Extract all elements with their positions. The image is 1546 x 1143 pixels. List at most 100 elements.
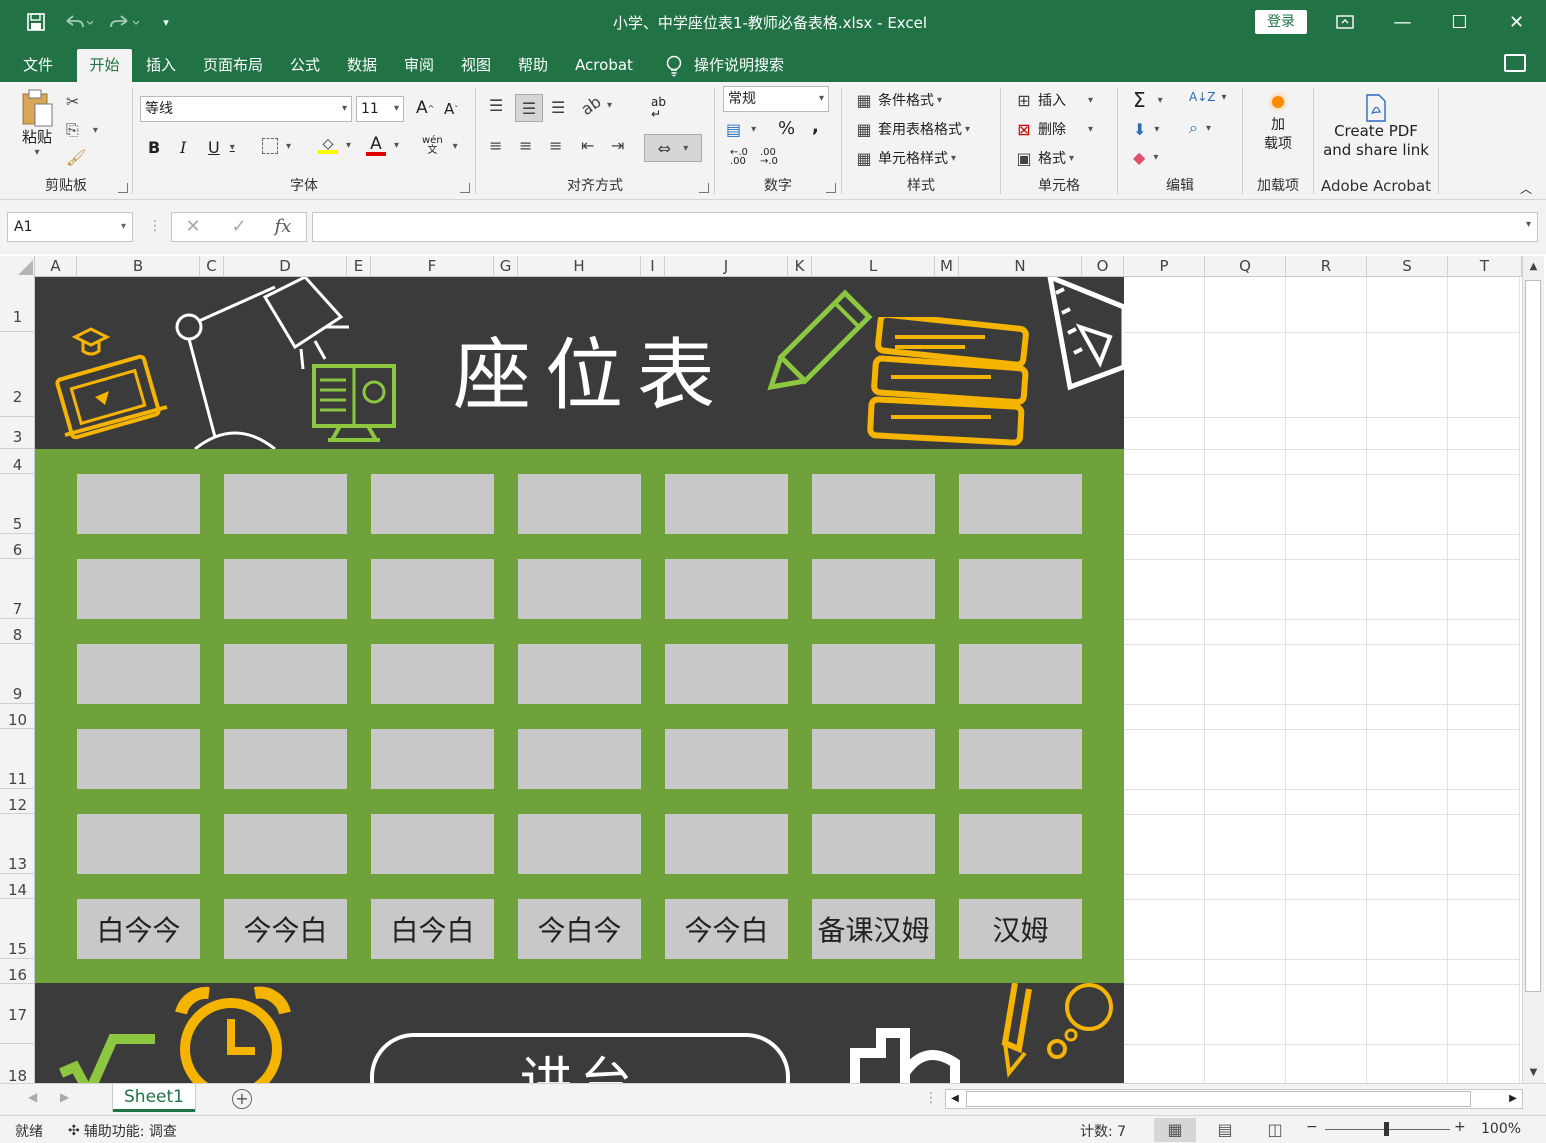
cancel-entry-icon[interactable]: ✕ [178,216,208,238]
row-header[interactable]: 15 [0,899,35,959]
seat-cell[interactable] [665,474,788,534]
sheet-prev-icon[interactable]: ◀ [28,1090,37,1104]
col-header[interactable]: R [1286,256,1367,277]
col-header[interactable]: I [641,256,665,277]
tab-split-grip-icon[interactable]: ⋮ [924,1090,938,1106]
clear-button[interactable]: ◆ ▾ [1133,148,1158,167]
tell-me-search[interactable]: 操作说明搜索 [664,49,784,82]
col-header[interactable]: B [77,256,200,277]
col-header[interactable]: E [347,256,371,277]
col-header[interactable]: K [788,256,812,277]
seat-cell[interactable] [812,644,935,704]
page-layout-view-icon[interactable]: ▤ [1204,1118,1246,1142]
seat-cell[interactable] [224,474,347,534]
tab-home[interactable]: 开始 [77,49,132,82]
scroll-down-icon[interactable]: ▼ [1523,1064,1544,1082]
italic-button[interactable]: I [180,138,186,157]
wrap-text-icon[interactable]: ab ↵ [651,96,666,120]
seat-cell[interactable]: 汉姆 [959,899,1082,959]
tab-view[interactable]: 视图 [451,49,501,82]
add-sheet-icon[interactable]: + [232,1089,252,1109]
zoom-slider-thumb[interactable] [1384,1122,1389,1136]
number-format-combo[interactable]: 常规 ▾ [723,86,829,112]
row-header[interactable]: 12 [0,789,35,814]
maximize-icon[interactable]: ☐ [1431,0,1488,44]
cut-icon[interactable]: ✂ [66,92,79,111]
scroll-left-icon[interactable]: ◀ [946,1090,964,1108]
font-color-button[interactable]: A ▾ [366,134,399,156]
seat-cell[interactable] [371,729,494,789]
horizontal-scrollbar[interactable]: ◀ ▶ [945,1089,1523,1109]
find-select-button[interactable]: ⌕ ▾ [1189,118,1211,138]
seat-cell[interactable] [812,729,935,789]
bold-button[interactable]: B [148,138,160,157]
align-middle-icon[interactable]: ☰ [515,94,543,122]
decrease-indent-icon[interactable]: ⇤ [581,136,594,155]
tab-page-layout[interactable]: 页面布局 [195,49,271,82]
font-size-combo[interactable]: 11 ▾ [356,96,404,122]
row-header[interactable]: 14 [0,874,35,899]
seat-cell[interactable] [77,729,200,789]
seat-cell[interactable] [959,814,1082,874]
tab-formulas[interactable]: 公式 [280,49,330,82]
format-cells-button[interactable]: ▣ 格式 ▾ [1014,148,1074,168]
row-header[interactable]: 16 [0,959,35,984]
seat-cell[interactable] [77,559,200,619]
col-header[interactable]: N [959,256,1082,277]
col-header[interactable]: S [1367,256,1448,277]
row-header[interactable]: 10 [0,704,35,729]
seat-cell[interactable] [959,559,1082,619]
seat-cell[interactable]: 白今白 [371,899,494,959]
col-header[interactable]: T [1448,256,1522,277]
seat-cell[interactable] [518,814,641,874]
sheet-tab-sheet1[interactable]: Sheet1 [113,1084,195,1112]
select-all-corner[interactable] [0,256,35,277]
tab-help[interactable]: 帮助 [508,49,558,82]
col-header[interactable]: M [935,256,959,277]
underline-button[interactable]: U ▾ [208,138,235,157]
confirm-entry-icon[interactable]: ✓ [224,216,254,238]
shrink-font-button[interactable]: Aˇ [444,100,458,118]
seat-cell[interactable] [518,729,641,789]
seat-cell[interactable] [812,814,935,874]
row-header[interactable]: 11 [0,729,35,789]
tab-data[interactable]: 数据 [337,49,387,82]
name-box[interactable]: A1 ▾ [7,212,133,242]
orientation-icon[interactable]: ab ▾ [577,92,612,119]
align-center-icon[interactable]: ≡ [519,136,532,155]
seat-cell[interactable] [224,814,347,874]
scroll-right-icon[interactable]: ▶ [1504,1090,1522,1108]
ribbon-display-icon[interactable] [1316,0,1373,44]
seat-cell[interactable] [518,559,641,619]
copy-icon[interactable]: ⎘ ▾ [66,120,98,140]
autosum-button[interactable]: Σ ▾ [1133,88,1163,112]
redo-icon[interactable] [104,8,144,36]
borders-button[interactable]: ▾ [262,138,291,154]
col-header[interactable]: D [224,256,347,277]
vertical-scroll-thumb[interactable] [1525,280,1541,992]
col-header[interactable]: Q [1205,256,1286,277]
customize-icon[interactable]: ▾ [156,8,176,36]
row-header[interactable]: 5 [0,474,35,534]
row-header[interactable]: 18 [0,1044,35,1085]
align-top-icon[interactable]: ☰ [489,96,503,115]
sheet-next-icon[interactable]: ▶ [60,1090,69,1104]
seat-cell[interactable] [959,644,1082,704]
tab-file[interactable]: 文件 [12,49,64,82]
font-launcher-icon[interactable] [460,183,470,193]
seat-cell[interactable] [665,729,788,789]
zoom-out-icon[interactable]: − [1306,1119,1318,1135]
seat-cell[interactable] [77,814,200,874]
decrease-decimal-icon[interactable]: .00 →.0 [760,148,778,167]
row-header[interactable]: 4 [0,449,35,474]
format-as-table-button[interactable]: ▦ 套用表格格式 ▾ [854,119,970,139]
zoom-in-icon[interactable]: + [1454,1119,1466,1135]
sort-filter-button[interactable]: A↓Z ▾ [1189,90,1227,104]
create-pdf-button[interactable]: Create PDF and share link [1315,94,1437,160]
align-right-icon[interactable]: ≡ [549,136,562,155]
tab-review[interactable]: 审阅 [394,49,444,82]
row-header[interactable]: 6 [0,534,35,559]
fill-button[interactable]: ⬇ ▾ [1133,120,1159,139]
accessibility-status[interactable]: ✣ 辅助功能: 调查 [68,1121,177,1141]
percent-button[interactable]: % [778,118,795,139]
